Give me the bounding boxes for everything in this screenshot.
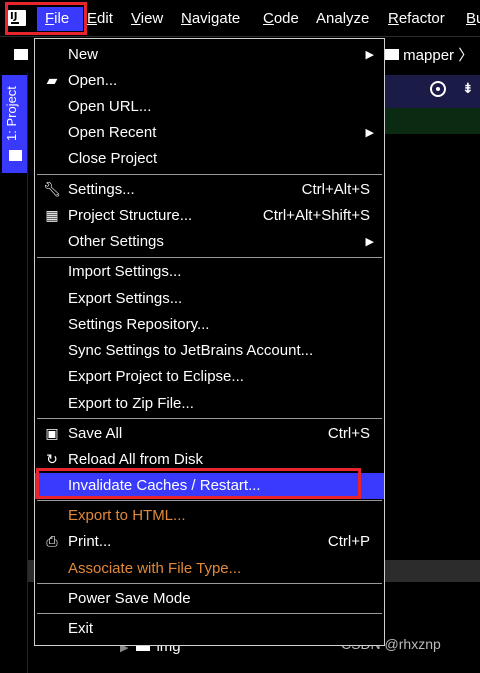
project-folder-icon bbox=[14, 49, 28, 60]
project-structure-icon: ▦ bbox=[45, 208, 59, 224]
menu-item-import-settings[interactable]: Import Settings... bbox=[35, 259, 384, 285]
menu-code[interactable]: Code bbox=[263, 9, 299, 29]
menu-separator bbox=[37, 583, 382, 584]
menu-item-save-all[interactable]: ▣ Save All Ctrl+S bbox=[35, 421, 384, 447]
menu-navigate[interactable]: Navigate bbox=[181, 9, 240, 29]
menu-separator bbox=[37, 174, 382, 175]
menu-refactor[interactable]: Refactor bbox=[388, 9, 445, 29]
project-tool-tab[interactable]: 1: Project bbox=[2, 75, 27, 173]
wrench-icon: 🔧︎ bbox=[43, 182, 61, 198]
menu-item-settings-repository[interactable]: Settings Repository... bbox=[35, 312, 384, 338]
menu-item-export-settings[interactable]: Export Settings... bbox=[35, 286, 384, 312]
folder-icon bbox=[9, 150, 22, 161]
menu-item-associate-file-type: Associate with File Type... bbox=[68, 560, 242, 577]
breadcrumb-separator: 〉 bbox=[458, 47, 474, 64]
file-highlight-box bbox=[5, 2, 87, 35]
reload-icon: ↻ bbox=[46, 452, 58, 468]
folder-icon bbox=[385, 48, 399, 60]
collapse-all-icon[interactable]: ⇟ bbox=[462, 80, 478, 98]
menu-item-project-structure[interactable]: ▦ Project Structure... Ctrl+Alt+Shift+S bbox=[35, 203, 384, 229]
menu-item-exit[interactable]: Exit bbox=[35, 616, 384, 642]
menu-item-settings[interactable]: 🔧︎ Settings... Ctrl+Alt+S bbox=[35, 177, 384, 203]
menu-build[interactable]: Bu bbox=[466, 9, 480, 29]
menu-separator bbox=[37, 613, 382, 614]
file-menu-dropdown: New ▶ ▰ Open... Open URL... Open Recent … bbox=[34, 38, 385, 646]
menu-item-export-eclipse[interactable]: Export Project to Eclipse... bbox=[35, 364, 384, 390]
project-tab-label: 1: Project bbox=[4, 86, 19, 141]
menu-separator bbox=[37, 418, 382, 419]
menu-item-close-project[interactable]: Close Project bbox=[35, 146, 384, 172]
submenu-arrow-icon: ▶ bbox=[365, 49, 374, 61]
menu-item-open-url[interactable]: Open URL... bbox=[35, 94, 384, 120]
menu-item-power-save[interactable]: Power Save Mode bbox=[35, 586, 384, 612]
menu-separator bbox=[37, 500, 382, 501]
open-folder-icon: ▰ bbox=[46, 73, 58, 89]
save-icon: ▣ bbox=[45, 426, 59, 442]
menu-item-export-html: Export to HTML... bbox=[68, 507, 186, 524]
breadcrumb-folder[interactable]: mapper bbox=[403, 47, 454, 64]
breadcrumb[interactable]: mapper 〉 bbox=[385, 44, 473, 65]
tree-selected-row bbox=[385, 108, 480, 134]
submenu-arrow-icon: ▶ bbox=[365, 236, 374, 248]
invalidate-highlight-box bbox=[36, 468, 361, 499]
locate-icon[interactable] bbox=[430, 81, 446, 97]
menu-analyze[interactable]: Analyze bbox=[316, 9, 369, 29]
menu-view[interactable]: View bbox=[131, 9, 163, 29]
menu-item-print[interactable]: ⎙ Print... Ctrl+P bbox=[35, 529, 384, 555]
menu-edit[interactable]: Edit bbox=[87, 9, 113, 29]
menu-item-sync-settings[interactable]: Sync Settings to JetBrains Account... bbox=[35, 338, 384, 364]
menu-separator bbox=[37, 257, 382, 258]
menu-item-new[interactable]: New ▶ bbox=[35, 42, 384, 68]
menu-item-other-settings[interactable]: Other Settings ▶ bbox=[35, 229, 384, 255]
menu-item-export-zip[interactable]: Export to Zip File... bbox=[35, 391, 384, 417]
submenu-arrow-icon: ▶ bbox=[365, 127, 374, 139]
printer-icon: ⎙ bbox=[46, 534, 58, 550]
menu-item-open-recent[interactable]: Open Recent ▶ bbox=[35, 120, 384, 146]
menu-item-open[interactable]: ▰ Open... bbox=[35, 68, 384, 94]
